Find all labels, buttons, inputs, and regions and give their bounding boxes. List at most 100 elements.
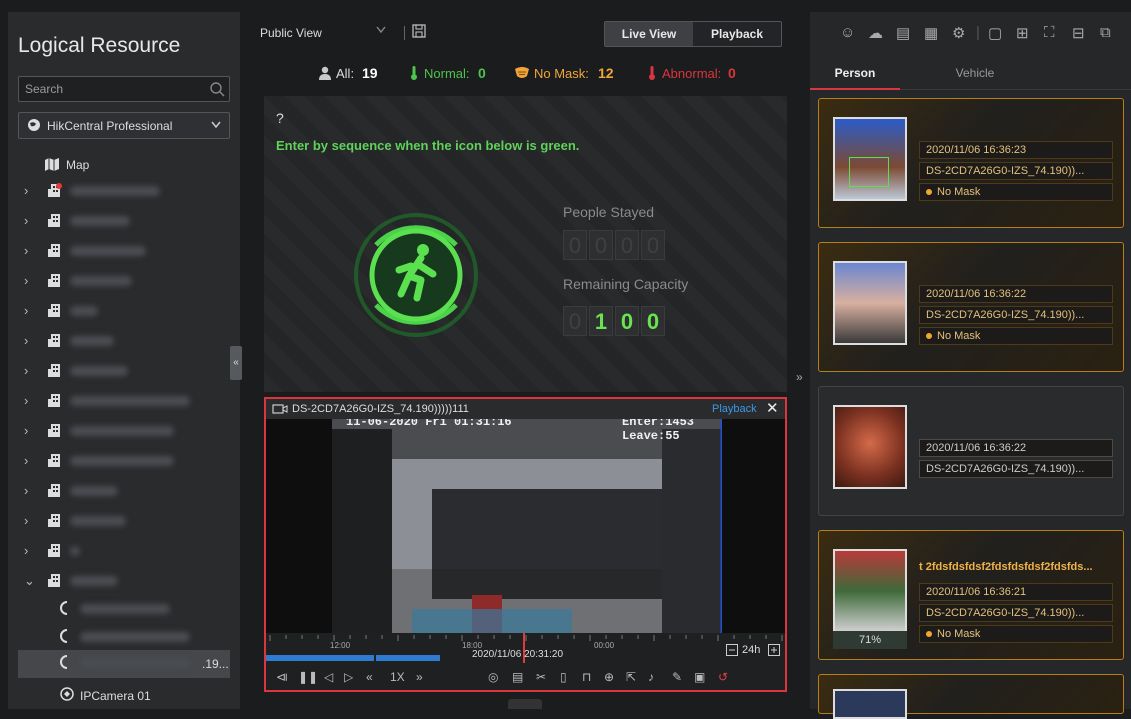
report-icon[interactable]: ▦ <box>924 24 938 42</box>
lock-icon[interactable]: ⊓ <box>582 670 591 684</box>
event-card[interactable] <box>818 674 1124 719</box>
tab-playback[interactable]: Playback <box>693 22 781 46</box>
chevron-right-icon[interactable]: › <box>24 543 28 558</box>
bookmark-icon[interactable]: ▯ <box>560 670 567 684</box>
tree-item[interactable]: › <box>18 208 230 234</box>
tab-person[interactable]: Person <box>810 58 900 90</box>
cloud-icon[interactable]: ☁ <box>868 24 883 42</box>
pause-icon[interactable]: ❚❚ <box>298 670 318 684</box>
search-box[interactable] <box>18 76 230 102</box>
tab-live-view[interactable]: Live View <box>605 22 693 46</box>
chevron-right-icon[interactable]: › <box>24 213 28 228</box>
close-icon[interactable]: ✕ <box>766 399 779 417</box>
step-forward-icon[interactable]: ▷ <box>344 670 353 684</box>
tree-camera-item[interactable] <box>18 596 230 622</box>
expand-right-button[interactable]: » <box>796 370 803 384</box>
slow-down-icon[interactable]: « <box>366 670 373 684</box>
snapshot-icon[interactable]: ◎ <box>488 670 498 684</box>
remaining-digit: 0 <box>563 306 587 336</box>
chevron-right-icon[interactable]: › <box>24 423 28 438</box>
search-icon[interactable] <box>209 81 225 97</box>
external-window-icon[interactable]: ⧉ <box>1100 24 1111 41</box>
building-icon <box>48 273 62 287</box>
face-icon[interactable]: ☺ <box>840 24 855 41</box>
view-selector[interactable]: Public View <box>252 16 402 52</box>
tree-item-map[interactable]: Map <box>18 152 230 178</box>
face-thumbnail <box>833 549 907 633</box>
chevron-right-icon[interactable]: › <box>24 453 28 468</box>
tree-item[interactable]: › <box>18 508 230 534</box>
event-card[interactable]: 71% t 2fdsfdsfdsf2fdsfdsfdsf2fdsfds... 2… <box>818 530 1124 660</box>
chevron-right-icon[interactable]: › <box>24 483 28 498</box>
tree-item[interactable]: › <box>18 178 230 204</box>
stat-nomask-value: 12 <box>598 65 614 81</box>
search-input[interactable] <box>19 77 199 101</box>
split-view-icon[interactable]: ⊟ <box>1072 24 1085 42</box>
tree-camera-item[interactable]: IPCamera 01 <box>18 684 230 710</box>
event-card[interactable]: 2020/11/06 16:36:23 DS-2CD7A26G0-IZS_74.… <box>818 98 1124 228</box>
tree-item[interactable]: ⌄ <box>18 568 230 594</box>
timeline[interactable]: 12:00 18:00 00:00 2020/11/06 20:31:20 24… <box>266 633 785 665</box>
export-icon[interactable]: ⇱ <box>626 670 636 684</box>
image-icon[interactable]: ▣ <box>694 670 705 684</box>
grid-layout-icon[interactable]: ⊞ <box>1016 24 1029 42</box>
obscured-label <box>70 516 126 526</box>
speed-up-icon[interactable]: » <box>416 670 423 684</box>
playback-window[interactable]: DS-2CD7A26G0-IZS_74.190)))))111 Playback… <box>264 397 787 692</box>
tree-item[interactable]: › <box>18 298 230 324</box>
walking-person-icon <box>351 210 481 340</box>
tree-item[interactable]: › <box>18 388 230 414</box>
chevron-down-icon <box>211 121 221 129</box>
tree-item[interactable]: › <box>18 238 230 264</box>
chevron-right-icon[interactable]: › <box>24 303 28 318</box>
tree-camera-item-selected[interactable]: .19... <box>18 650 230 678</box>
list-icon[interactable]: ▤ <box>896 24 910 42</box>
face-thumbnail <box>833 689 907 719</box>
building-icon <box>48 543 62 557</box>
previous-frame-icon[interactable]: ⧏ <box>276 670 288 684</box>
chevron-right-icon[interactable]: › <box>24 183 28 198</box>
gear-icon[interactable]: ⚙ <box>952 24 965 42</box>
site-selector[interactable]: HikCentral Professional <box>18 112 230 139</box>
reverse-playback-icon[interactable]: ↺ <box>718 670 728 684</box>
tree-item[interactable]: › <box>18 478 230 504</box>
clip-icon[interactable]: ✂ <box>536 670 546 684</box>
tree-item[interactable]: › <box>18 448 230 474</box>
chevron-right-icon[interactable]: › <box>24 273 28 288</box>
chevron-right-icon[interactable]: › <box>24 513 28 528</box>
chevron-right-icon[interactable]: › <box>24 333 28 348</box>
save-view-icon[interactable] <box>412 24 426 38</box>
tree-item[interactable]: › <box>18 328 230 354</box>
tree-camera-item[interactable] <box>18 624 230 650</box>
tree-item[interactable]: › <box>18 538 230 564</box>
audio-icon[interactable]: ♪ <box>648 670 654 684</box>
window-icon[interactable]: ▢ <box>988 24 1002 42</box>
event-card[interactable]: 2020/11/06 16:36:22 DS-2CD7A26G0-IZS_74.… <box>818 386 1124 516</box>
chevron-right-icon[interactable]: › <box>24 363 28 378</box>
tree-item-label: Map <box>66 158 90 172</box>
chevron-right-icon[interactable]: › <box>24 393 28 408</box>
zoom-in-icon[interactable] <box>768 644 780 656</box>
video-frame[interactable]: 11-06-2020 Fri 01:31:16 Enter:1453 Leave… <box>332 419 722 633</box>
tag-icon[interactable]: ✎ <box>672 670 682 684</box>
camera-status-icon <box>60 655 68 669</box>
collapse-left-button[interactable]: « <box>230 346 242 380</box>
step-back-icon[interactable]: ◁ <box>324 670 333 684</box>
tree-item[interactable]: › <box>18 358 230 384</box>
zoom-out-icon[interactable] <box>726 644 738 656</box>
print-icon[interactable]: ▤ <box>512 670 523 684</box>
resize-handle[interactable] <box>508 699 542 709</box>
building-icon <box>48 573 62 587</box>
tree-item[interactable]: › <box>18 268 230 294</box>
chevron-right-icon[interactable]: › <box>24 243 28 258</box>
tree-item[interactable]: › <box>18 418 230 444</box>
view-name: Public View <box>260 26 322 40</box>
people-counting-view[interactable]: ? Enter by sequence when the icon below … <box>264 96 787 392</box>
remaining-digit: 0 <box>615 306 639 336</box>
chevron-down-icon[interactable]: ⌄ <box>24 573 35 589</box>
fullscreen-icon[interactable]: ⛶ <box>1044 24 1055 41</box>
playback-link[interactable]: Playback <box>712 403 757 415</box>
digital-zoom-icon[interactable]: ⊕ <box>604 670 614 684</box>
event-card[interactable]: 2020/11/06 16:36:22 DS-2CD7A26G0-IZS_74.… <box>818 242 1124 372</box>
tab-vehicle[interactable]: Vehicle <box>930 58 1020 90</box>
